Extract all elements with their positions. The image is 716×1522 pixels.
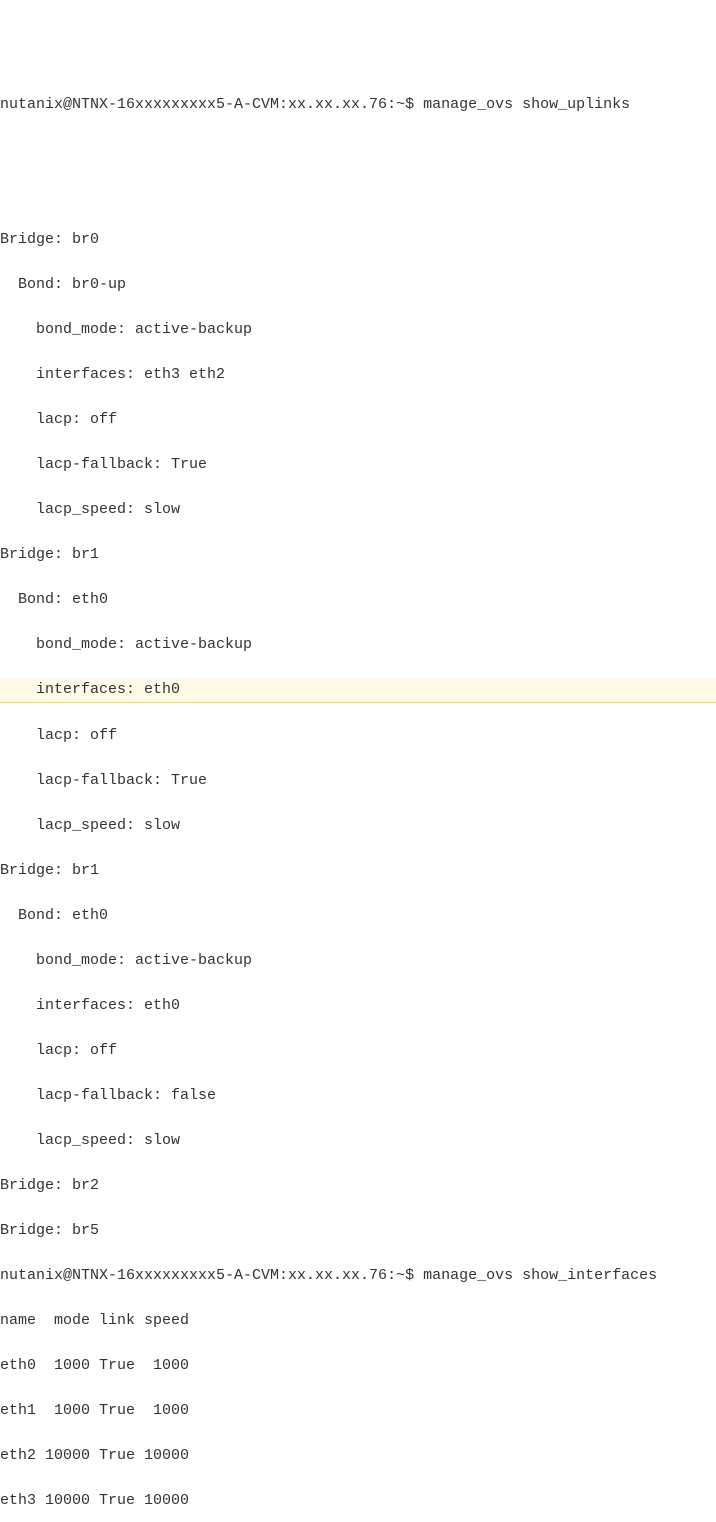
output-line: Bridge: br1 (0, 544, 716, 567)
output-line: lacp_speed: slow (0, 499, 716, 522)
prompt-line[interactable]: nutanix@NTNX-16xxxxxxxxx5-A-CVM:xx.xx.xx… (0, 1265, 716, 1288)
output-line: interfaces: eth0 (0, 995, 716, 1018)
output-line: lacp_speed: slow (0, 1130, 716, 1153)
output-line: Bridge: br5 (0, 1220, 716, 1243)
output-line: lacp: off (0, 1040, 716, 1063)
prompt-line[interactable]: nutanix@NTNX-16xxxxxxxxx5-A-CVM:xx.xx.xx… (0, 94, 716, 117)
output-line: bond_mode: active-backup (0, 950, 716, 973)
output-line: Bond: eth0 (0, 905, 716, 928)
blank-line (0, 139, 716, 162)
output-line: Bridge: br1 (0, 860, 716, 883)
highlighted-line: interfaces: eth0 (0, 679, 716, 703)
output-line: lacp-fallback: True (0, 770, 716, 793)
table-row: eth2 10000 True 10000 (0, 1445, 716, 1468)
output-line: Bond: eth0 (0, 589, 716, 612)
output-line: lacp-fallback: True (0, 454, 716, 477)
output-line: lacp: off (0, 409, 716, 432)
blank-line (0, 184, 716, 207)
output-line: interfaces: eth3 eth2 (0, 364, 716, 387)
output-line: lacp_speed: slow (0, 815, 716, 838)
table-header: name mode link speed (0, 1310, 716, 1333)
table-row: eth3 10000 True 10000 (0, 1490, 716, 1513)
output-line: Bond: br0-up (0, 274, 716, 297)
table-row: eth1 1000 True 1000 (0, 1400, 716, 1423)
output-line: bond_mode: active-backup (0, 319, 716, 342)
output-line: lacp-fallback: false (0, 1085, 716, 1108)
output-line: Bridge: br2 (0, 1175, 716, 1198)
output-line: bond_mode: active-backup (0, 634, 716, 657)
output-line: lacp: off (0, 725, 716, 748)
output-line: Bridge: br0 (0, 229, 716, 252)
table-row: eth0 1000 True 1000 (0, 1355, 716, 1378)
